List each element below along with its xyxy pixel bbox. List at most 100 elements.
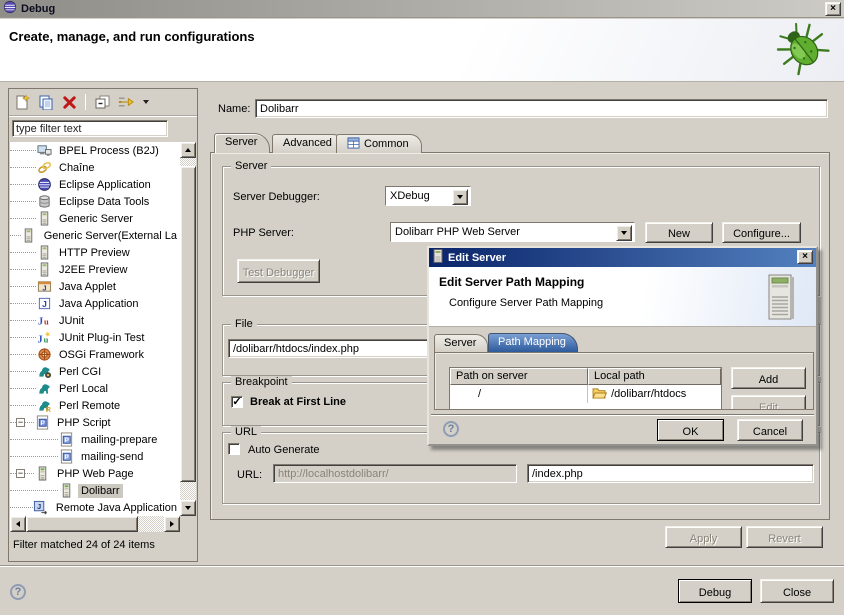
tree-item-label: mailing-prepare [78, 433, 160, 447]
tree-item[interactable]: Ju JUnit [10, 312, 180, 329]
junit-icon: Ju [36, 313, 52, 329]
menu-dropdown-icon[interactable] [141, 94, 151, 111]
close-window-button[interactable]: × [825, 2, 841, 16]
dialog-help-icon[interactable]: ? [443, 421, 459, 437]
tree-item[interactable]: Perl CGI [10, 363, 180, 380]
svg-text:R: R [45, 407, 50, 413]
chain-icon [36, 160, 52, 176]
tree-item[interactable]: HTTP Preview [10, 244, 180, 261]
server-debugger-select[interactable]: XDebug [385, 186, 471, 206]
horizontal-scroll-thumb[interactable] [26, 516, 138, 532]
filter-configs-icon[interactable] [117, 94, 134, 111]
column-header-local-path[interactable]: Local path [588, 368, 721, 385]
perl-remote-icon: R [36, 398, 52, 414]
tree-item[interactable]: OSGi Framework [10, 346, 180, 363]
cancel-button[interactable]: Cancel [737, 419, 803, 441]
dialog-close-button[interactable]: × [797, 250, 813, 264]
svg-text:J: J [42, 299, 47, 309]
help-icon[interactable]: ? [10, 584, 26, 600]
url-path-input[interactable] [527, 464, 814, 483]
perl-icon [36, 381, 52, 397]
edit-mapping-button[interactable]: Edit [731, 395, 806, 410]
filter-input[interactable] [12, 120, 168, 137]
tree-item[interactable]: JRemote Java Application [10, 499, 180, 516]
new-config-icon[interactable] [13, 94, 30, 111]
test-debugger-button[interactable]: Test Debugger [237, 259, 320, 283]
name-input[interactable] [255, 99, 828, 118]
tree-item[interactable]: Generic Server [10, 210, 180, 227]
tree-item[interactable]: Eclipse Data Tools [10, 193, 180, 210]
scroll-left-button[interactable] [10, 516, 26, 532]
tree-item-label: PHP Script [54, 416, 114, 430]
tree-item[interactable]: − PHP Web Page [10, 465, 180, 482]
auto-generate-label: Auto Generate [248, 444, 320, 456]
tree-item[interactable]: − P PHP Script [10, 414, 180, 431]
tree-item-label: Generic Server [56, 212, 136, 226]
svg-text:u: u [43, 335, 48, 345]
dialog-tab-path-mapping[interactable]: Path Mapping [488, 333, 578, 352]
table-row[interactable]: / /dolibarr/htdocs [450, 385, 721, 403]
dialog-tab-server[interactable]: Server [434, 334, 488, 352]
tree-item-label: Chaîne [56, 161, 97, 175]
combo-dropdown-icon[interactable] [616, 225, 632, 241]
apply-button[interactable]: Apply [665, 526, 742, 548]
tree-item[interactable]: Chaîne [10, 159, 180, 176]
tree-item[interactable]: JuJUnit Plug-in Test [10, 329, 180, 346]
tree-item[interactable]: Eclipse Application [10, 176, 180, 193]
tab-server[interactable]: Server [214, 133, 270, 153]
server-icon [36, 262, 52, 278]
banner-heading: Create, manage, and run configurations [9, 29, 255, 44]
collapse-toggle-icon[interactable]: − [16, 418, 25, 427]
tree-item[interactable]: JJava Applet [10, 278, 180, 295]
add-mapping-button[interactable]: Add [731, 367, 806, 389]
tab-advanced[interactable]: Advanced [272, 134, 345, 153]
tree-item[interactable]: Pmailing-prepare [10, 431, 180, 448]
php-server-select[interactable]: Dolibarr PHP Web Server [390, 222, 635, 242]
column-header-path-on-server[interactable]: Path on server [450, 368, 588, 385]
ok-button[interactable]: OK [657, 419, 724, 441]
filter-status-text: Filter matched 24 of 24 items [13, 539, 155, 551]
collapse-all-icon[interactable] [93, 94, 110, 111]
php-file-icon: P [58, 449, 74, 465]
debug-bug-icon [774, 21, 832, 80]
break-first-line-checkbox[interactable]: ✓ [231, 396, 243, 408]
tree-item[interactable]: J2EE Preview [10, 261, 180, 278]
delete-config-icon[interactable] [61, 94, 78, 111]
server-icon [21, 228, 37, 244]
tab-common[interactable]: Common [336, 134, 422, 153]
tree-item[interactable]: BPEL Process (B2J) [10, 142, 180, 159]
scroll-down-button[interactable] [180, 500, 196, 516]
tree-item-label: Perl Remote [56, 399, 123, 413]
scroll-up-button[interactable] [180, 142, 196, 158]
tree-item[interactable]: Generic Server(External La [10, 227, 180, 244]
tree-horizontal-scrollbar[interactable] [10, 516, 180, 532]
php-file-icon: P [58, 432, 74, 448]
tree-item-label: Generic Server(External La [41, 229, 180, 243]
vertical-scroll-thumb[interactable] [180, 166, 196, 482]
combo-dropdown-icon[interactable] [452, 189, 468, 205]
auto-generate-checkbox[interactable] [228, 443, 240, 455]
path-mapping-tab-content: Path on server Local path / /dolibarr/ht… [434, 352, 814, 410]
tree-item[interactable]: Perl Local [10, 380, 180, 397]
tree-item[interactable]: R Perl Remote [10, 397, 180, 414]
configure-server-button[interactable]: Configure... [722, 222, 801, 243]
tree-item[interactable]: JJava Application [10, 295, 180, 312]
tree-item[interactable]: Dolibarr [10, 482, 180, 499]
url-label: URL: [237, 469, 262, 481]
scroll-right-button[interactable] [164, 516, 180, 532]
tree-vertical-scrollbar[interactable] [180, 142, 196, 516]
revert-button[interactable]: Revert [746, 526, 823, 548]
collapse-toggle-icon[interactable]: − [16, 469, 25, 478]
close-button[interactable]: Close [760, 579, 834, 603]
java-app-icon: J [36, 296, 52, 312]
tree-item-label: JUnit [56, 314, 87, 328]
server-debugger-label: Server Debugger: [233, 191, 320, 203]
debug-button[interactable]: Debug [678, 579, 752, 603]
tree-item-label: PHP Web Page [54, 467, 137, 481]
tree-item[interactable]: Pmailing-send [10, 448, 180, 465]
duplicate-config-icon[interactable] [37, 94, 54, 111]
file-group-title: File [231, 318, 257, 330]
dialog-heading: Edit Server Path Mapping [439, 275, 584, 289]
svg-text:P: P [40, 420, 45, 427]
new-server-button[interactable]: New [645, 222, 713, 243]
